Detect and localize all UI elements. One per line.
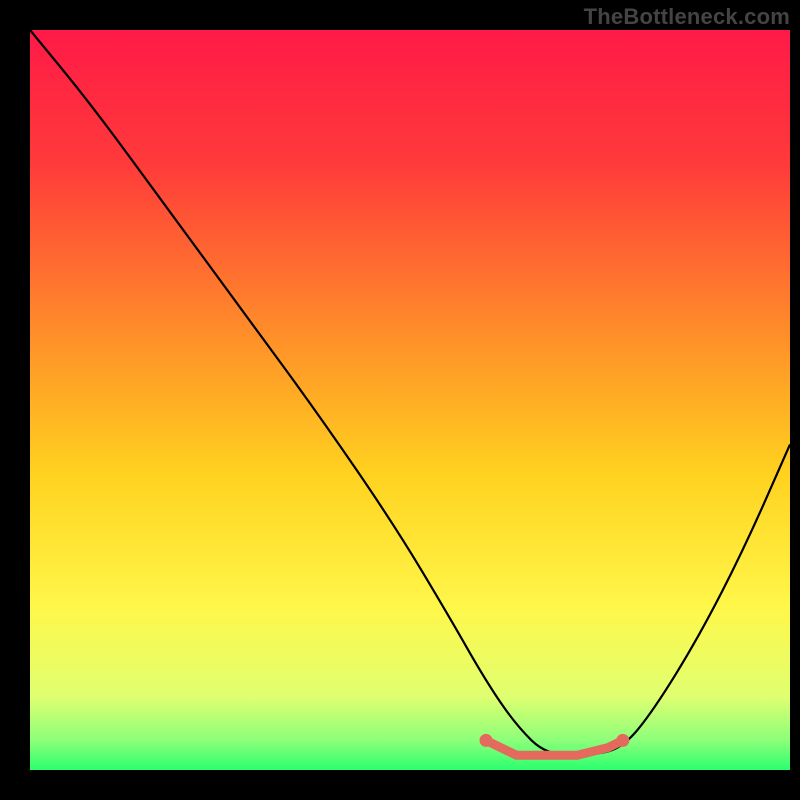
bottleneck-chart <box>0 0 800 800</box>
watermark-label: TheBottleneck.com <box>584 4 790 30</box>
plot-background <box>30 30 790 770</box>
optimal-range-endpoint <box>616 734 629 747</box>
optimal-range-endpoint <box>480 734 493 747</box>
chart-container: TheBottleneck.com <box>0 0 800 800</box>
